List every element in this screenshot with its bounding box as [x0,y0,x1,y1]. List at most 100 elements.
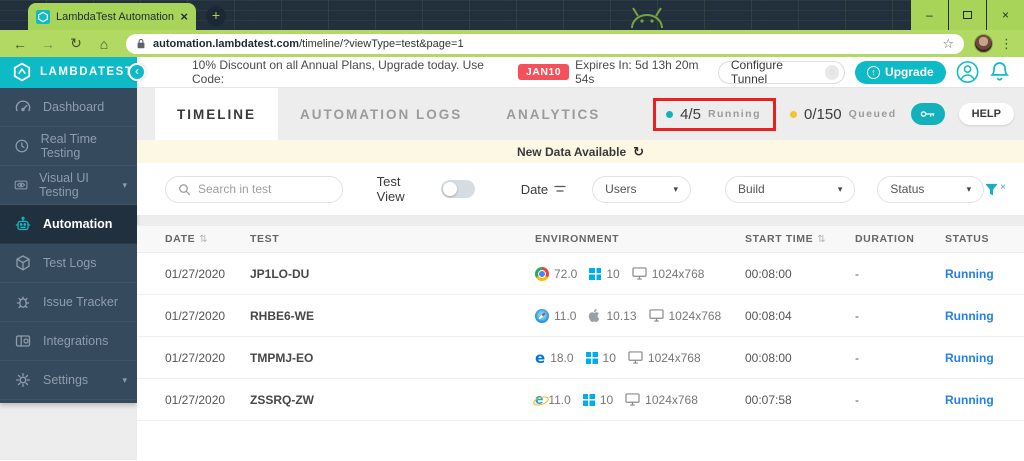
app-header: LAMBDATEST ‹ 10% Discount on all Annual … [0,56,1024,88]
running-counter: 4/5 Running [666,106,761,123]
sidebar-item-dashboard[interactable]: Dashboard [0,88,137,127]
users-dropdown[interactable]: Users ▾ [592,175,692,203]
col-environment: ENVIRONMENT [535,233,620,245]
table-row[interactable]: 01/27/2020 JP1LO-DU 72.0 10 1024x768 00:… [137,253,1024,295]
cell-environment: 11.0 10.13 1024x768 [535,308,745,323]
url-host: automation.lambdatest.com [153,37,300,50]
col-start-time[interactable]: START TIME ⇅ [745,233,855,245]
cell-start-time: 00:08:00 [745,266,792,281]
sidebar-item-label: Visual UI Testing [39,171,89,199]
browser-version: 18.0 [550,350,574,365]
status-running-link[interactable]: Running [945,309,1024,323]
notifications-bell-icon[interactable] [989,60,1010,84]
gear-icon [15,372,31,388]
sidebar-item-real-time-testing[interactable]: Real Time Testing [0,127,137,166]
sidebar-item-settings[interactable]: Settings ▾ [0,361,137,400]
brand-block[interactable]: LAMBDATEST ‹ [0,56,146,88]
new-tab-button[interactable]: + [206,6,226,26]
cell-duration: - [855,266,859,281]
tab-close-icon[interactable]: × [180,9,188,24]
tab-analytics[interactable]: ANALYTICS [484,88,622,140]
os-version: 10 [606,266,620,281]
configure-tunnel-button[interactable]: Configure Tunnel ◌ [717,58,846,86]
search-box[interactable] [165,175,343,203]
col-date[interactable]: DATE ⇅ [165,233,250,245]
banner-text: 10% Discount on all Annual Plans, Upgrad… [192,58,484,86]
status-running-link[interactable]: Running [945,267,1024,281]
forward-button[interactable]: → [36,36,60,52]
url-bar[interactable]: automation.lambdatest.com/timeline/?view… [126,33,964,54]
search-input[interactable] [198,182,318,196]
sidebar-item-label: Test Logs [43,256,97,270]
sidebar-item-label: Issue Tracker [43,295,119,309]
monitor-icon [648,309,664,322]
refresh-icon[interactable]: ↻ [633,144,644,160]
close-window-button[interactable]: × [986,0,1024,30]
cell-environment: e 11.0 10 1024x768 [535,392,745,407]
tab-timeline[interactable]: TIMELINE [155,88,278,140]
status-running-link[interactable]: Running [945,393,1024,407]
user-avatar-icon[interactable] [956,60,979,84]
cell-date: 01/27/2020 [165,266,226,281]
clear-filters-button[interactable]: × [984,182,1006,197]
sidebar-item-test-logs[interactable]: Test Logs [0,244,137,283]
sidebar-collapse-button[interactable]: ‹ [128,62,146,81]
tab-automation-logs[interactable]: AUTOMATION LOGS [278,88,484,140]
cell-environment: e 18.0 10 1024x768 [535,348,745,367]
access-key-button[interactable] [910,103,945,125]
edge-icon: e [535,348,546,367]
cell-date: 01/27/2020 [165,392,226,407]
os-version: 10.13 [606,308,637,323]
col-test: TEST [250,233,280,245]
status-running-link[interactable]: Running [945,351,1024,365]
lambdatest-logo-icon [13,62,31,82]
upgrade-label: Upgrade [885,65,934,79]
back-button[interactable]: ← [8,36,32,52]
sidebar-item-visual-ui-testing[interactable]: Visual UI Testing ▾ [0,166,137,205]
reload-button[interactable]: ↻ [64,35,88,52]
test-view-toggle[interactable] [441,180,475,198]
browser-tab[interactable]: LambdaTest Automation × [28,3,196,30]
cell-environment: 72.0 10 1024x768 [535,266,745,281]
col-duration: DURATION [855,233,915,245]
page-tabs-row: TIMELINE AUTOMATION LOGS ANALYTICS 4/5 R… [137,88,1024,140]
window-controls: – × [910,0,1024,30]
build-dropdown[interactable]: Build ▾ [725,175,856,203]
bookmark-star-icon[interactable]: ☆ [942,36,954,52]
browser-profile-avatar[interactable] [974,34,993,53]
new-data-notice: New Data Available ↻ [137,140,1024,163]
sidebar-item-label: Integrations [43,334,109,348]
table-row[interactable]: 01/27/2020 TMPMJ-EO e 18.0 10 1024x768 0… [137,337,1024,379]
status-dropdown[interactable]: Status ▾ [877,175,985,203]
apple-icon [589,309,600,322]
chrome-icon [535,266,549,281]
bug-icon [16,296,30,309]
table-row[interactable]: 01/27/2020 RHBE6-WE 11.0 10.13 1024x768 … [137,295,1024,337]
browser-toolbar: ← → ↻ ⌂ automation.lambdatest.com/timeli… [0,30,1024,57]
tunnel-gear-icon: ◌ [824,64,840,80]
cell-duration: - [855,350,859,365]
upgrade-button[interactable]: ↑ Upgrade [855,60,946,84]
maximize-button[interactable] [948,0,986,30]
chevron-down-icon: ▾ [673,183,679,194]
browser-menu-icon[interactable]: ⋮ [997,36,1016,52]
sort-icon[interactable]: ⇅ [817,234,826,245]
header-actions: Configure Tunnel ◌ ↑ Upgrade [717,58,1024,86]
sidebar-item-issue-tracker[interactable]: Issue Tracker [0,283,137,322]
home-button[interactable]: ⌂ [92,36,116,52]
robot-icon [15,216,31,231]
help-button[interactable]: HELP [958,103,1014,125]
sort-icon[interactable]: ⇅ [199,234,208,245]
table-row[interactable]: 01/27/2020 ZSSRQ-ZW e 11.0 10 1024x768 0… [137,379,1024,421]
sidebar-item-label: Dashboard [43,100,105,114]
date-label: Date [520,181,549,197]
date-filter[interactable]: Date [521,182,566,197]
url-path: /timeline/?viewType=test&page=1 [299,37,464,50]
running-dot-icon [666,110,674,118]
minimize-button[interactable]: – [910,0,948,30]
sidebar-item-automation[interactable]: Automation [0,205,137,244]
sidebar-item-integrations[interactable]: Integrations [0,322,137,361]
key-icon [920,111,935,117]
windows-icon [589,267,602,280]
browser-version: 11.0 [548,392,571,407]
